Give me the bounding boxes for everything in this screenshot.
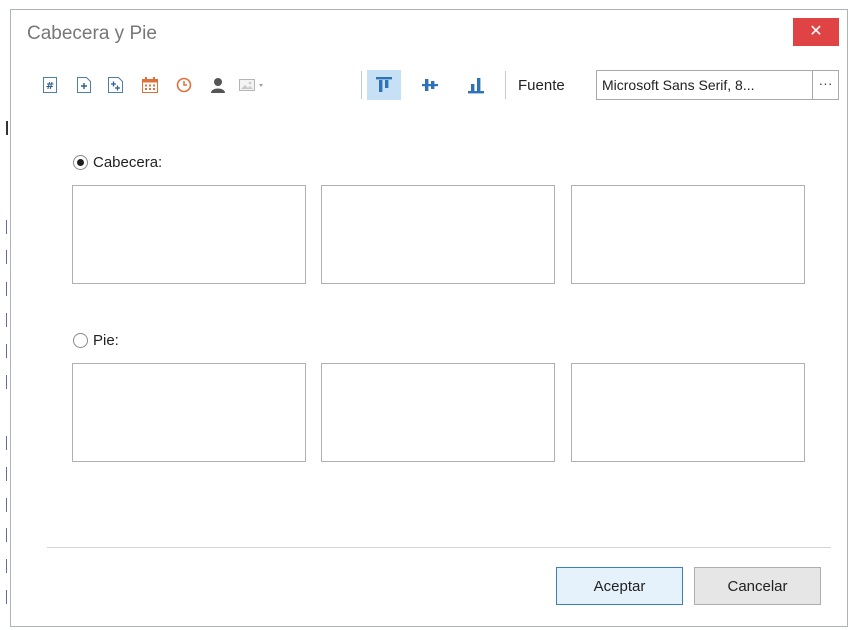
header-radio-label: Cabecera:: [93, 154, 163, 171]
align-top-icon[interactable]: [367, 70, 401, 100]
align-bottom-icon[interactable]: [461, 70, 491, 100]
footer-radio-label: Pie:: [93, 332, 119, 349]
font-field[interactable]: Microsoft Sans Serif, 8...: [596, 70, 813, 100]
time-icon[interactable]: [169, 70, 199, 100]
footer-center-textbox[interactable]: [321, 363, 555, 462]
toolbar-separator: [505, 71, 506, 99]
footer-radio-circle: [73, 333, 88, 348]
font-label: Fuente: [518, 77, 565, 94]
header-right-textbox[interactable]: [571, 185, 805, 284]
accept-button[interactable]: Aceptar: [556, 567, 683, 605]
close-button[interactable]: ✕: [793, 18, 839, 46]
header-radio-circle: [73, 155, 88, 170]
page-of-pages-icon[interactable]: [101, 70, 131, 100]
toolbar: # Fuente Microsoft Sans Serif, 8... ···: [11, 65, 847, 105]
font-picker-button[interactable]: ···: [813, 70, 839, 100]
cancel-button[interactable]: Cancelar: [694, 567, 821, 605]
close-icon: ✕: [809, 23, 823, 40]
footer-right-textbox[interactable]: [571, 363, 805, 462]
user-icon[interactable]: [203, 70, 233, 100]
date-icon[interactable]: [135, 70, 165, 100]
footer-left-textbox[interactable]: [72, 363, 306, 462]
page-count-icon[interactable]: [69, 70, 99, 100]
page-number-icon[interactable]: #: [35, 70, 65, 100]
footer-radio[interactable]: Pie:: [73, 332, 119, 349]
title-bar: Cabecera y Pie ✕: [11, 10, 847, 58]
image-icon[interactable]: [235, 70, 271, 100]
dialog-title: Cabecera y Pie: [27, 23, 157, 44]
header-center-textbox[interactable]: [321, 185, 555, 284]
header-footer-dialog: Cabecera y Pie ✕ # Fuente Microsoft Sans…: [10, 9, 848, 627]
toolbar-separator: [361, 71, 362, 99]
svg-text:#: #: [46, 81, 54, 92]
divider: [47, 547, 831, 548]
background-window: [0, 0, 10, 630]
align-middle-icon[interactable]: [415, 70, 445, 100]
header-radio[interactable]: Cabecera:: [73, 154, 162, 171]
header-left-textbox[interactable]: [72, 185, 306, 284]
